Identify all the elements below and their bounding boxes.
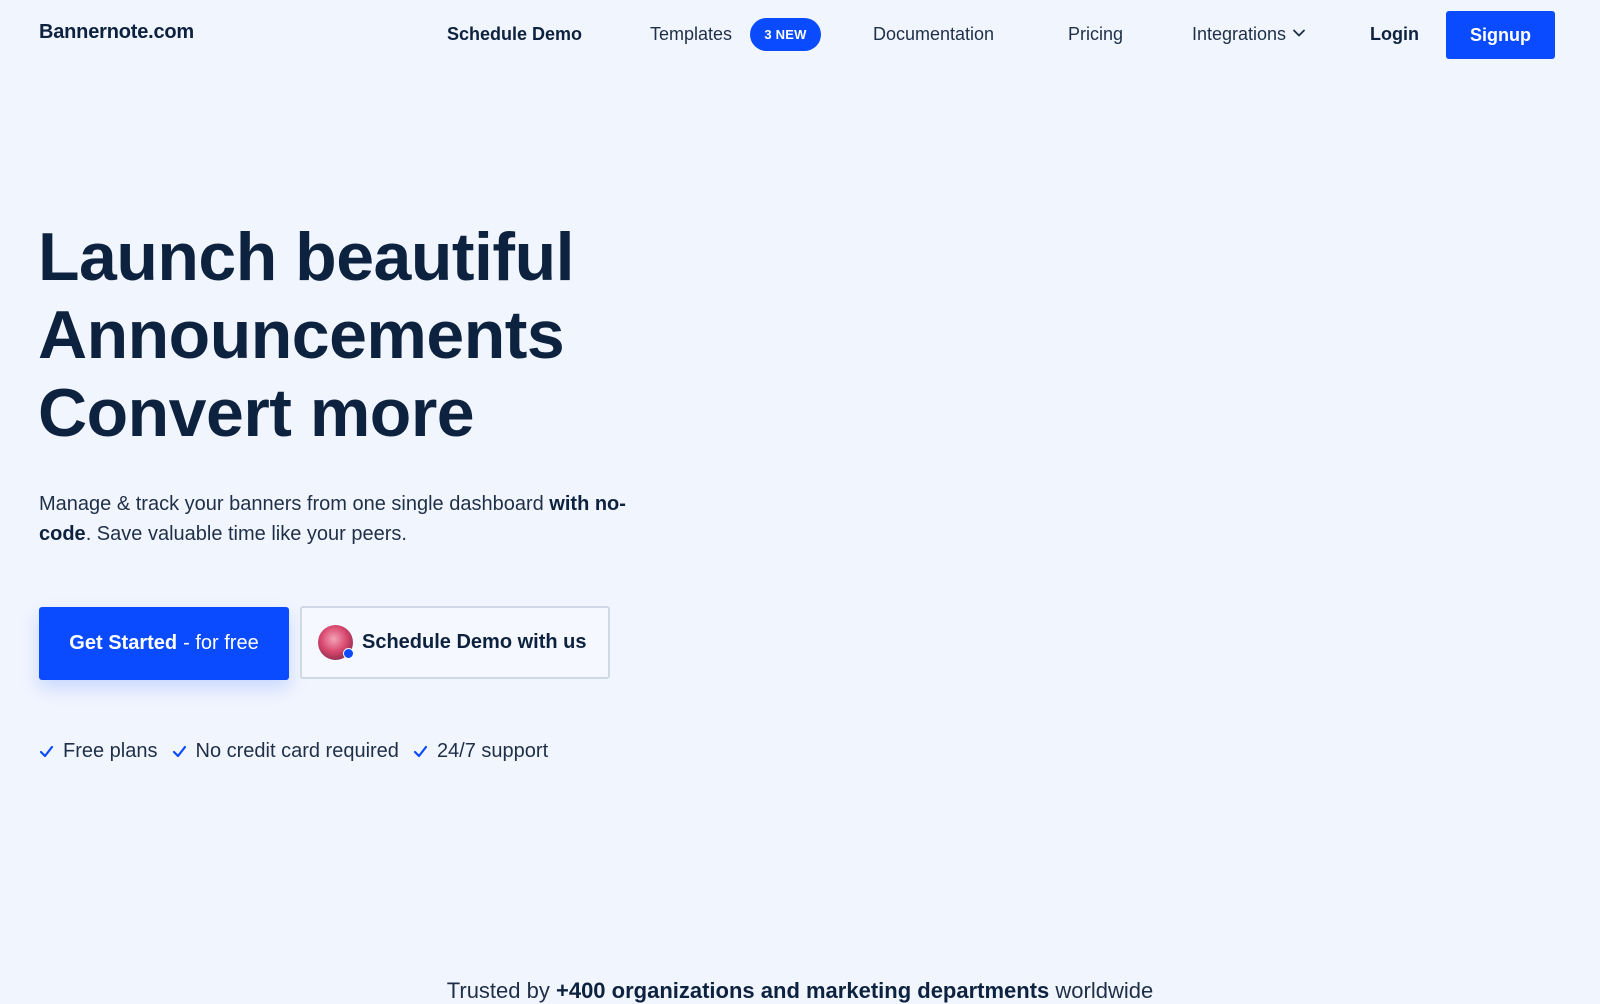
nav-schedule-demo[interactable]: Schedule Demo — [447, 24, 582, 45]
feature-label: No credit card required — [195, 740, 399, 762]
top-navigation: Bannernote.com Schedule Demo Templates 3… — [0, 0, 1600, 70]
schedule-demo-button[interactable]: Schedule Demo with us — [300, 606, 610, 679]
online-status-dot — [343, 648, 354, 659]
get-started-button[interactable]: Get Started - for free — [39, 607, 289, 680]
feature-item: No credit card required — [172, 740, 399, 763]
hero-title-line: Announcements — [38, 297, 565, 373]
nav-integrations-label: Integrations — [1192, 24, 1287, 44]
nav-pricing[interactable]: Pricing — [1068, 24, 1123, 45]
get-started-sublabel: - for free — [183, 632, 259, 654]
check-icon — [39, 745, 54, 758]
feature-label: 24/7 support — [436, 740, 549, 762]
nav-integrations[interactable]: Integrations — [1192, 24, 1306, 45]
brand-logo[interactable]: Bannernote.com — [39, 21, 194, 44]
chevron-down-icon — [1293, 29, 1305, 37]
check-icon — [413, 745, 428, 758]
hero-title-line: Launch beautiful — [38, 219, 575, 295]
templates-new-badge: 3 NEW — [750, 18, 821, 51]
feature-label: Free plans — [63, 740, 158, 762]
check-icon — [172, 745, 186, 758]
feature-list: Free plans No credit card required 24/7 … — [39, 740, 562, 763]
feature-item: Free plans — [39, 740, 158, 763]
avatar — [318, 625, 354, 660]
schedule-demo-label: Schedule Demo with us — [362, 631, 587, 653]
nav-login[interactable]: Login — [1370, 24, 1419, 45]
nav-templates[interactable]: Templates — [650, 24, 732, 45]
trusted-suffix: worldwide — [1049, 978, 1154, 1003]
hero-subtitle: Manage & track your banners from one sin… — [39, 489, 659, 549]
hero-subtitle-text: Manage & track your banners from one sin… — [39, 493, 550, 515]
hero-title-line: Convert more — [38, 375, 475, 451]
hero-title: Launch beautiful Announcements Convert m… — [38, 218, 575, 452]
trusted-prefix: Trusted by — [446, 978, 556, 1003]
signup-button[interactable]: Signup — [1446, 11, 1555, 59]
nav-documentation[interactable]: Documentation — [873, 24, 994, 45]
trusted-emphasis: +400 organizations and marketing departm… — [555, 978, 1050, 1003]
trusted-by-text: Trusted by +400 organizations and market… — [0, 978, 1600, 1004]
feature-item: 24/7 support — [413, 740, 548, 763]
hero-subtitle-text-end: . Save valuable time like your peers. — [85, 523, 407, 545]
get-started-label: Get Started — [69, 632, 178, 654]
